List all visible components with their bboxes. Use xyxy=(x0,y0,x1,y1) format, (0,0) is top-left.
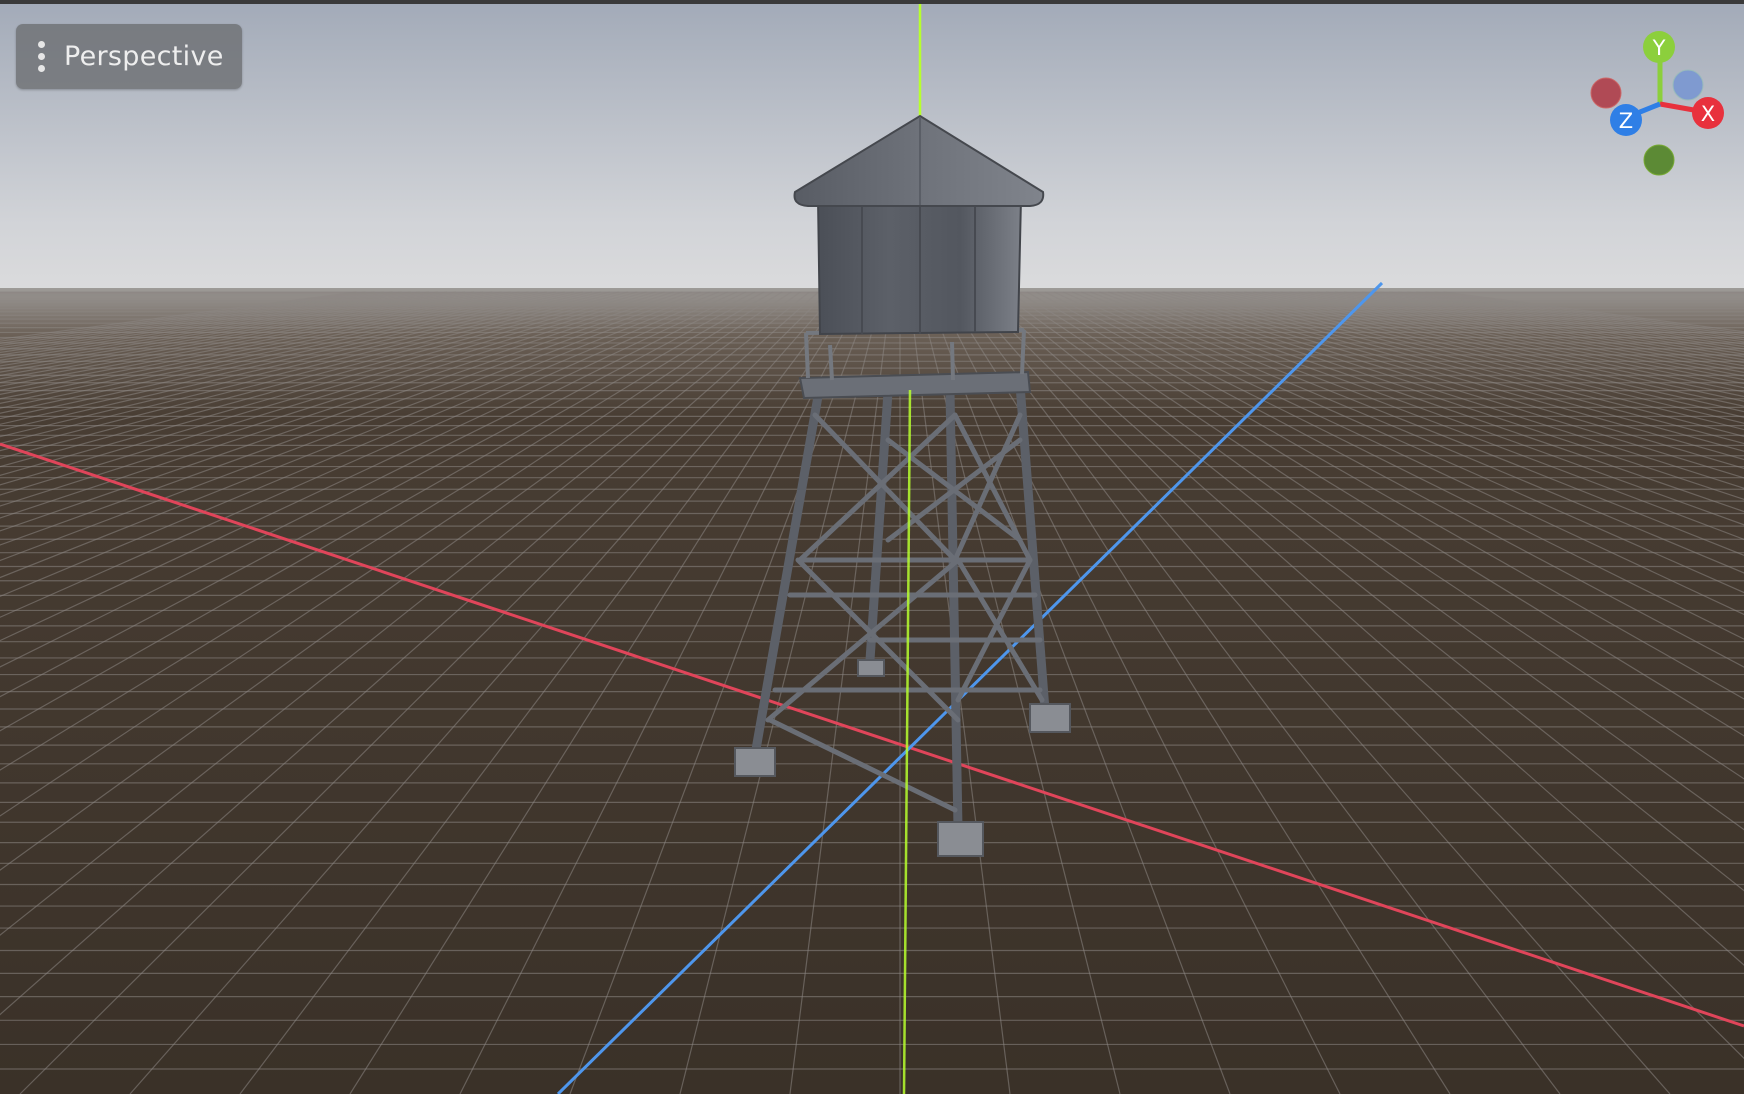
orientation-gizmo[interactable]: Y X Z xyxy=(1580,20,1740,190)
view-mode-button[interactable]: Perspective xyxy=(16,24,242,89)
gizmo-neg-x-handle[interactable] xyxy=(1590,77,1622,109)
gizmo-neg-z-handle[interactable] xyxy=(1672,69,1704,101)
viewport-top-border xyxy=(0,0,1744,4)
kebab-menu-icon xyxy=(36,41,46,72)
view-mode-label: Perspective xyxy=(64,41,224,72)
gizmo-y-label: Y xyxy=(1652,36,1666,60)
scene-viewport[interactable] xyxy=(0,0,1744,1094)
gizmo-x-label: X xyxy=(1701,102,1715,126)
gizmo-neg-y-handle[interactable] xyxy=(1643,144,1675,176)
gizmo-z-label: Z xyxy=(1619,109,1633,133)
